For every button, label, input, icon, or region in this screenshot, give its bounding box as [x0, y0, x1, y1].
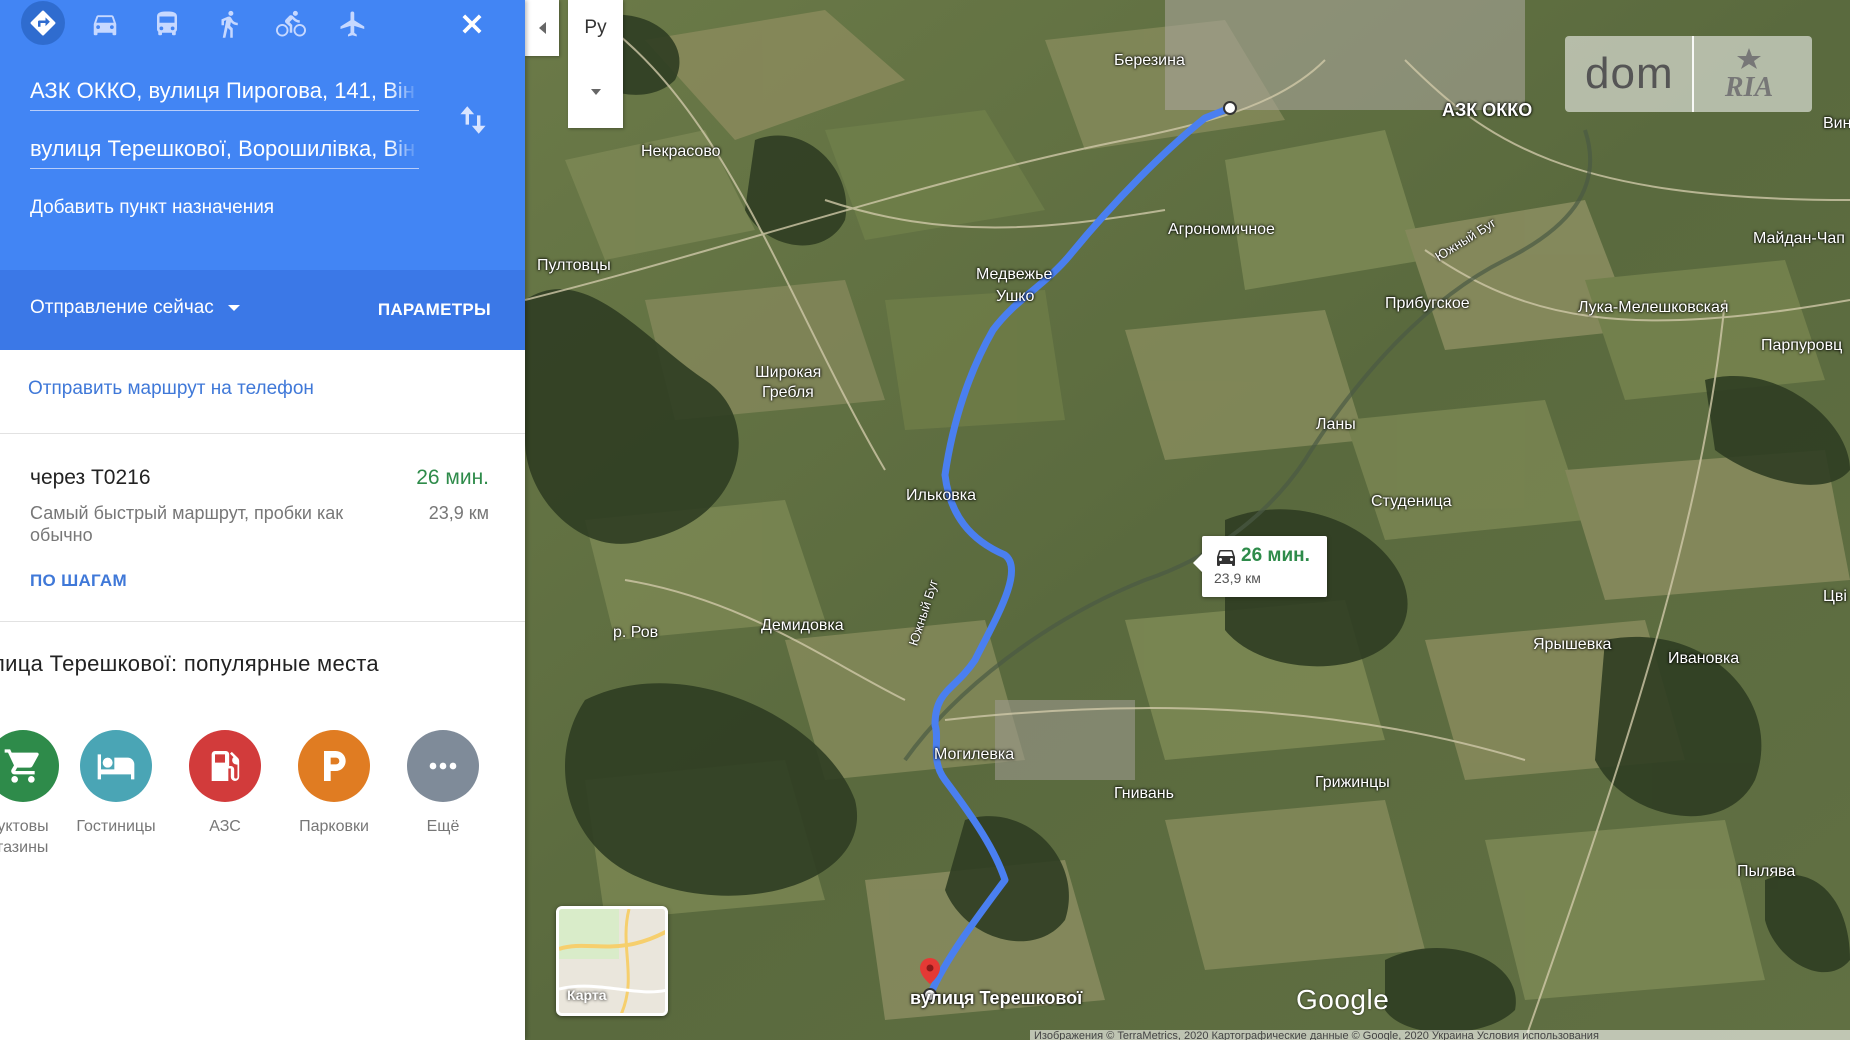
steps-link[interactable]: ПО ШАГАМ [30, 571, 127, 591]
popular-places-title: лица Терешкової: популярные места [0, 651, 379, 676]
place-category-label: Парковки [299, 818, 369, 835]
place-category-label: Ещё [426, 818, 460, 835]
map-place-label: Широкая [755, 364, 822, 381]
divider [0, 433, 525, 434]
place-category-label: Гостиницы [76, 818, 156, 835]
map-place-label: Лука-Мелешковская [1578, 299, 1729, 316]
map-place-label: Ильковка [906, 487, 976, 504]
bike-icon [276, 10, 306, 37]
close-icon [462, 14, 482, 34]
google-logo: Google [1296, 984, 1390, 1015]
map-place-label: Пултовцы [537, 257, 611, 274]
place-category-gas[interactable]: АЗС [170, 730, 280, 837]
swap-button[interactable] [455, 100, 491, 140]
mode-best-button[interactable] [20, 0, 66, 46]
route-time-bubble[interactable]: 26 мин. 23,9 км [1193, 536, 1327, 597]
map-type-label: Ру [584, 17, 607, 38]
watermark-dom-text: dom [1585, 49, 1674, 98]
car-icon [93, 15, 117, 36]
options-bar: Отправление сейчас ПАРАМЕТРЫ [0, 270, 525, 350]
map-language-control[interactable]: Ру [568, 0, 623, 128]
add-destination-link[interactable]: Добавить пункт назначения [30, 197, 274, 219]
map-type-dropdown[interactable] [568, 56, 623, 128]
map-place-label: Медвежье [976, 266, 1053, 283]
satellite-map[interactable]: Березина Некрасово Пултовцы Агрономичное… [525, 0, 1850, 1040]
chevron-left-icon [538, 22, 546, 34]
map-place-label: Грижинцы [1315, 774, 1390, 791]
map-place-label: Ланы [1316, 416, 1356, 433]
cart-icon [4, 749, 39, 783]
bed-icon [97, 754, 135, 780]
parking-icon [324, 751, 346, 781]
car-icon [1217, 550, 1235, 566]
gas-station-icon [211, 751, 240, 781]
svg-text:RIA: RIA [1723, 72, 1772, 103]
minimap-label: Карта [567, 987, 607, 1003]
bus-icon [157, 11, 177, 36]
destination-input[interactable]: вулиця Терешкової, Ворошилівка, Він [30, 131, 419, 169]
map-place-label: р. Ров [613, 624, 659, 641]
map-place-label: Березина [1114, 52, 1185, 69]
domria-watermark: dom RIA [1565, 36, 1812, 112]
map-place-label: Пылява [1737, 863, 1796, 880]
route-description: Самый быстрый маршрут, пробки как обычно [30, 503, 344, 545]
route-time: 26 мин. [416, 466, 489, 489]
walking-icon [221, 10, 238, 38]
bubble-distance: 23,9 км [1214, 570, 1261, 586]
map-place-label: Студеница [1371, 493, 1452, 510]
origin-map-label[interactable]: АЗК ОККО [1442, 100, 1532, 121]
map-place-label: Некрасово [641, 143, 721, 160]
chevron-down-icon [590, 89, 601, 95]
ria-logo-icon: RIA [1723, 48, 1773, 103]
map-place-label: Гнивань [1114, 785, 1174, 802]
mode-transit-button[interactable] [145, 2, 189, 46]
depart-time-dropdown[interactable]: Отправление сейчас [30, 297, 240, 319]
directions-header: АЗК ОККО, вулиця Пирогова, 141, Він вули… [0, 0, 525, 350]
directions-panel: АЗК ОККО, вулиця Пирогова, 141, Він вули… [0, 0, 525, 1040]
origin-marker[interactable] [1223, 101, 1237, 115]
place-category-label: АЗС [209, 818, 241, 835]
map-place-label: Цвi [1823, 588, 1847, 605]
route-via: через Т0216 [30, 466, 151, 489]
close-button[interactable] [450, 2, 494, 46]
map-place-label: Парпуровц [1761, 337, 1843, 354]
destination-map-label[interactable]: вулиця Терешкової [910, 988, 1082, 1009]
map-view-toggle[interactable]: Карта [556, 906, 668, 1016]
bubble-time: 26 мин. [1241, 545, 1310, 566]
airplane-icon [340, 11, 365, 37]
origin-input[interactable]: АЗК ОККО, вулиця Пирогова, 141, Він [30, 73, 419, 111]
map-place-label: Майдан-Чап [1753, 230, 1845, 247]
mode-bike-button[interactable] [269, 2, 313, 46]
collapse-panel-button[interactable] [525, 0, 559, 56]
place-category-more[interactable]: Ещё [388, 730, 498, 837]
mode-flight-button[interactable] [331, 2, 375, 46]
mode-walk-button[interactable] [207, 2, 251, 46]
place-category-hotels[interactable]: Гостиницы [61, 730, 171, 837]
map-place-label: Демидовка [761, 617, 844, 634]
map-place-label: Ушко [996, 288, 1035, 305]
swap-icon [460, 106, 486, 134]
route-distance: 23,9 км [428, 503, 489, 523]
send-to-phone-link[interactable]: Отправить маршрут на телефон [28, 378, 314, 400]
map-place-label: Прибугское [1385, 295, 1470, 312]
caret-down-icon [227, 305, 240, 311]
map-place-label: Агрономичное [1168, 221, 1275, 238]
mode-car-button[interactable] [83, 2, 127, 46]
map-place-label: Вин [1823, 115, 1850, 132]
directions-icon [30, 10, 56, 36]
map-place-label: Гребля [762, 384, 814, 401]
map-place-label: Ивановка [1668, 650, 1740, 667]
more-icon [429, 762, 457, 770]
satellite-imagery [525, 0, 1850, 1040]
place-category-parking[interactable]: Парковки [279, 730, 389, 837]
parameters-button[interactable]: ПАРАМЕТРЫ [378, 300, 491, 320]
map-place-label: Ярышевка [1533, 636, 1612, 653]
map-place-label: Могилевка [934, 746, 1015, 763]
divider [0, 621, 525, 622]
map-copyright: Изображения © TerraMetrics, 2020 Картогр… [1030, 1030, 1850, 1040]
